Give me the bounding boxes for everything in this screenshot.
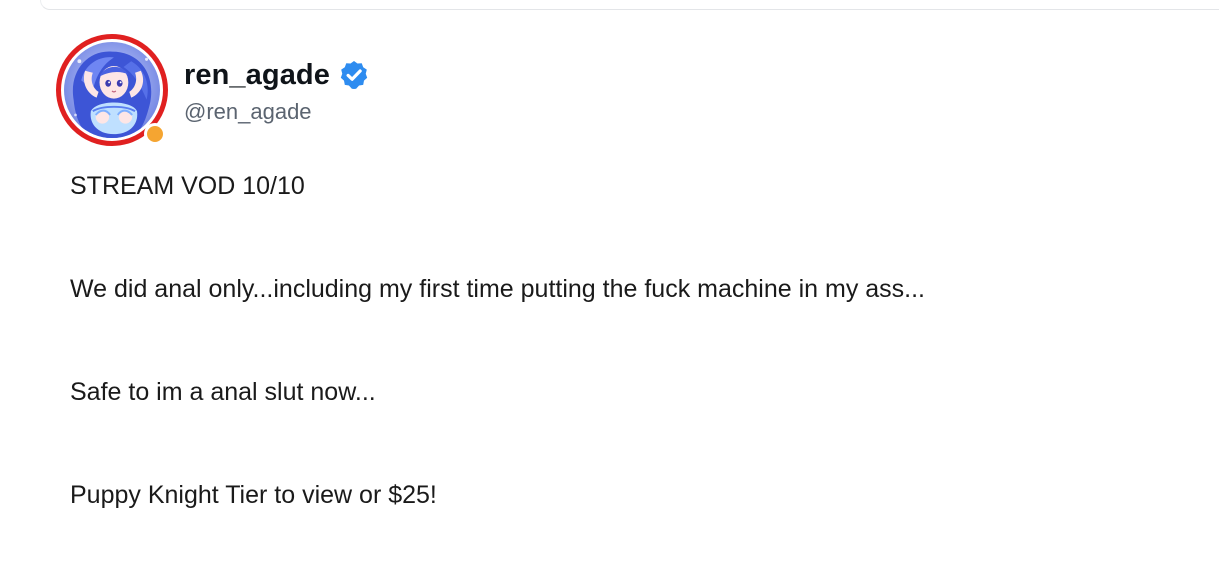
anime-avatar-icon (64, 42, 160, 138)
post-text-line: Puppy Knight Tier to view or $25! (70, 481, 437, 509)
verified-badge-icon (338, 59, 370, 91)
post-text-line: Safe to im a anal slut now... (70, 378, 376, 406)
author-handle[interactable]: @ren_agade (184, 99, 370, 125)
author-display-name[interactable]: ren_agade (184, 59, 330, 92)
name-row: ren_agade (184, 57, 370, 93)
post-body: STREAM VOD 10/10 We did anal only...incl… (70, 170, 1190, 582)
author-identity: ren_agade @ren_agade (184, 57, 370, 125)
post-header: ren_agade @ren_agade (56, 34, 370, 146)
top-divider (40, 0, 1219, 10)
avatar[interactable] (56, 34, 168, 146)
online-status-dot (144, 123, 166, 145)
post-text-line: STREAM VOD 10/10 (70, 172, 305, 200)
post-text-line: We did anal only...including my first ti… (70, 275, 926, 303)
